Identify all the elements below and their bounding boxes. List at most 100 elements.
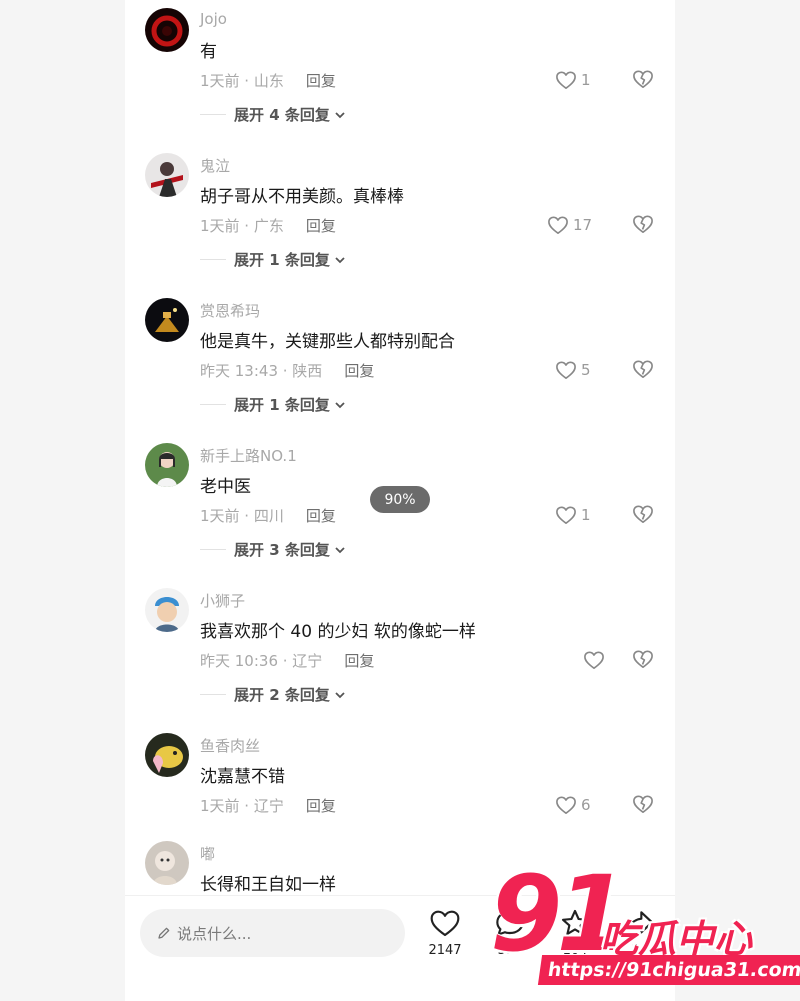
dislike-button[interactable] (632, 359, 654, 383)
broken-heart-icon (633, 505, 653, 523)
reply-button[interactable]: 回复 (306, 507, 336, 525)
chevron-down-icon (335, 111, 345, 118)
comment-text: 有 (200, 42, 217, 62)
reply-button[interactable]: 回复 (306, 72, 336, 90)
avatar-image (145, 153, 189, 197)
chevron-down-icon (335, 401, 345, 408)
heart-icon (556, 361, 576, 379)
username[interactable]: 赏恩希玛 (200, 300, 260, 321)
comment-time-location: 昨天 13:43 · 陕西 (200, 362, 323, 380)
expand-replies[interactable]: 展开 3 条回复 (200, 539, 346, 560)
comment-input[interactable]: 说点什么... (140, 909, 405, 957)
comment-meta: 昨天 10:36 · 辽宁 回复 (200, 650, 374, 671)
like-button[interactable] (583, 649, 609, 671)
expand-replies[interactable]: 展开 1 条回复 (200, 249, 346, 270)
heart-icon (430, 910, 460, 937)
comment-text: 他是真牛，关键那些人都特别配合 (200, 332, 455, 352)
broken-heart-icon (633, 70, 653, 88)
reply-button[interactable]: 回复 (306, 217, 336, 235)
like-button[interactable]: 6 (555, 794, 591, 816)
expand-label: 展开 4 条回复 (234, 106, 330, 124)
avatar[interactable] (145, 8, 189, 52)
comment-text: 沈嘉慧不错 (200, 767, 285, 787)
expand-replies[interactable]: 展开 4 条回复 (200, 104, 346, 125)
pencil-icon (158, 927, 170, 939)
like-count: 1 (581, 506, 591, 524)
like-button[interactable]: 1 (555, 69, 591, 91)
broken-heart-icon (633, 650, 653, 668)
comment-meta: 昨天 13:43 · 陕西 回复 (200, 360, 374, 381)
reply-button[interactable]: 回复 (306, 797, 336, 815)
comment-meta: 1天前 · 山东 回复 (200, 70, 336, 91)
dislike-button[interactable] (632, 794, 654, 818)
username[interactable]: 鱼香肉丝 (200, 735, 260, 756)
like-count: 17 (573, 216, 593, 234)
username[interactable]: 嘟 (200, 843, 215, 864)
heart-icon (584, 651, 604, 669)
dislike-button[interactable] (632, 214, 654, 238)
divider-line (200, 404, 226, 405)
like-button[interactable]: 1 (555, 504, 591, 526)
comment-meta: 1天前 · 辽宁 回复 (200, 795, 336, 816)
avatar[interactable] (145, 588, 189, 632)
expand-label: 展开 1 条回复 (234, 251, 330, 269)
username[interactable]: 新手上路NO.1 (200, 445, 297, 466)
comment-time-location: 1天前 · 山东 (200, 72, 284, 90)
expand-label: 展开 3 条回复 (234, 541, 330, 559)
heart-icon (548, 216, 568, 234)
reply-button[interactable]: 回复 (344, 362, 374, 380)
zoom-indicator: 90% (370, 486, 430, 513)
avatar[interactable] (145, 298, 189, 342)
comment-time-location: 昨天 10:36 · 辽宁 (200, 652, 323, 670)
avatar-image (145, 298, 189, 342)
watermark-url: https://91chigua31.com (537, 955, 800, 985)
avatar[interactable] (145, 153, 189, 197)
expand-label: 展开 1 条回复 (234, 396, 330, 414)
comment-time-location: 1天前 · 广东 (200, 217, 284, 235)
divider-line (200, 259, 226, 260)
avatar[interactable] (145, 443, 189, 487)
divider-line (200, 114, 226, 115)
comment-input-placeholder: 说点什么... (177, 924, 252, 943)
expand-label: 展开 2 条回复 (234, 686, 330, 704)
heart-icon (556, 506, 576, 524)
like-button[interactable]: 5 (555, 359, 591, 381)
dislike-button[interactable] (632, 69, 654, 93)
divider-line (200, 694, 226, 695)
comment-text: 胡子哥从不用美颜。真棒棒 (200, 187, 404, 207)
divider-line (200, 549, 226, 550)
avatar-image (145, 8, 189, 52)
chevron-down-icon (335, 691, 345, 698)
chevron-down-icon (335, 546, 345, 553)
comment-text: 老中医 (200, 477, 251, 497)
broken-heart-icon (633, 215, 653, 233)
dislike-button[interactable] (632, 649, 654, 673)
username[interactable]: 鬼泣 (200, 155, 230, 176)
comment-time-location: 1天前 · 辽宁 (200, 797, 284, 815)
comment-text: 长得和王自如一样 (200, 875, 336, 895)
broken-heart-icon (633, 360, 653, 378)
username[interactable]: Jojo (200, 10, 227, 28)
comment-time-location: 1天前 · 四川 (200, 507, 284, 525)
username[interactable]: 小狮子 (200, 590, 245, 611)
like-action-button[interactable]: 2147 (415, 908, 475, 958)
avatar[interactable] (145, 841, 189, 885)
like-count: 1 (581, 71, 591, 89)
avatar-image (145, 443, 189, 487)
expand-replies[interactable]: 展开 1 条回复 (200, 394, 346, 415)
broken-heart-icon (633, 795, 653, 813)
avatar-image (145, 588, 189, 632)
like-count: 5 (581, 361, 591, 379)
avatar[interactable] (145, 733, 189, 777)
chevron-down-icon (335, 256, 345, 263)
comment-meta: 1天前 · 广东 回复 (200, 215, 336, 236)
comment-meta: 1天前 · 四川 回复 (200, 505, 336, 526)
heart-icon (556, 796, 576, 814)
expand-replies[interactable]: 展开 2 条回复 (200, 684, 346, 705)
like-button[interactable]: 17 (547, 214, 592, 236)
reply-button[interactable]: 回复 (344, 652, 374, 670)
like-total: 2147 (428, 943, 462, 958)
dislike-button[interactable] (632, 504, 654, 528)
comment-text: 我喜欢那个 40 的少妇 软的像蛇一样 (200, 622, 476, 642)
avatar-image (145, 733, 189, 777)
